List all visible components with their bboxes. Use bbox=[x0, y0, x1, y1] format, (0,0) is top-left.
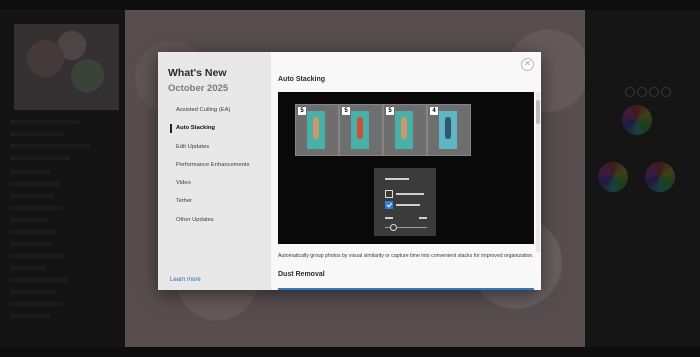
stack-thumbnail: 5 bbox=[339, 104, 383, 156]
stack-count-badge: 5 bbox=[386, 107, 394, 115]
stack-count-badge: 5 bbox=[298, 107, 306, 115]
option-label-bar bbox=[419, 217, 427, 219]
option-slider-knob bbox=[390, 224, 397, 231]
stack-count-badge: 5 bbox=[342, 107, 350, 115]
stack-thumbnail: 5 bbox=[295, 104, 339, 156]
close-icon: ✕ bbox=[524, 59, 531, 68]
next-section-preview-edge bbox=[278, 288, 534, 290]
nav-item-video[interactable]: Video bbox=[170, 174, 270, 192]
close-button[interactable]: ✕ bbox=[521, 58, 534, 71]
feature-description: Automatically group photos by visual sim… bbox=[278, 253, 534, 259]
stack-photo bbox=[307, 111, 325, 149]
next-section-title: Dust Removal bbox=[278, 271, 325, 278]
option-checkbox-checked bbox=[385, 201, 393, 209]
nav-item-performance-enhancements[interactable]: Performance Enhancements bbox=[170, 156, 270, 174]
stack-thumbnail: 4 bbox=[427, 104, 471, 156]
dialog-title: What's New bbox=[168, 67, 227, 79]
stacking-options-panel bbox=[374, 168, 436, 236]
feature-nav: Assisted Culling (EA) Auto Stacking Edit… bbox=[170, 101, 270, 229]
stack-photo bbox=[395, 111, 413, 149]
option-label-bar bbox=[385, 178, 409, 180]
option-label-bar bbox=[385, 217, 393, 219]
dialog-sidebar: What's New October 2025 Assisted Culling… bbox=[158, 52, 271, 290]
section-title: Auto Stacking bbox=[278, 76, 326, 83]
stack-photo bbox=[351, 111, 369, 149]
option-label-bar bbox=[396, 204, 420, 206]
dialog-content: Auto Stacking 5 5 5 4 Automatically grou… bbox=[271, 52, 541, 290]
nav-item-auto-stacking[interactable]: Auto Stacking bbox=[170, 119, 270, 137]
content-scrollbar[interactable] bbox=[536, 92, 540, 252]
stack-thumbnail: 5 bbox=[383, 104, 427, 156]
scrollbar-thumb[interactable] bbox=[536, 100, 540, 124]
feature-preview-image: 5 5 5 4 bbox=[278, 92, 534, 244]
dialog-subtitle: October 2025 bbox=[168, 83, 229, 94]
option-label-bar bbox=[396, 193, 424, 195]
option-checkbox bbox=[385, 190, 393, 198]
learn-more-link[interactable]: Learn more bbox=[170, 277, 201, 283]
nav-item-assisted-culling[interactable]: Assisted Culling (EA) bbox=[170, 101, 270, 119]
nav-item-tether[interactable]: Tether bbox=[170, 192, 270, 210]
nav-item-edit-updates[interactable]: Edit Updates bbox=[170, 138, 270, 156]
stack-photo bbox=[439, 111, 457, 149]
whats-new-dialog: What's New October 2025 Assisted Culling… bbox=[158, 52, 541, 290]
nav-item-other-updates[interactable]: Other Updates bbox=[170, 211, 270, 229]
stack-count-badge: 4 bbox=[430, 107, 438, 115]
